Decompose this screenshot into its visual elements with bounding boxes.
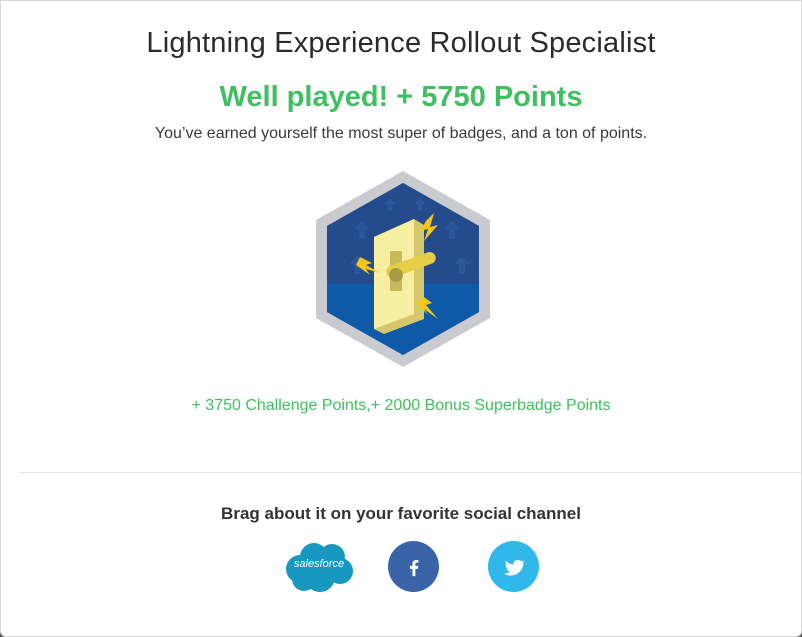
salesforce-label: salesforce [293, 558, 345, 570]
subtitle-text: You’ve earned yourself the most super of… [154, 125, 648, 142]
brag-heading: Brag about it on your favorite social ch… [221, 504, 581, 523]
section-divider [19, 472, 801, 473]
salesforce-share-button[interactable]: salesforce [284, 541, 354, 593]
badge-title: Lightning Experience Rollout Specialist [146, 27, 656, 59]
superbadge-modal: Lightning Experience Rollout Specialist … [0, 0, 802, 637]
superbadge-icon [316, 171, 490, 367]
facebook-share-button[interactable] [388, 541, 439, 592]
facebook-icon [409, 559, 418, 576]
twitter-icon [503, 559, 525, 576]
points-headline: Well played! + 5750 Points [219, 81, 583, 113]
twitter-share-button[interactable] [488, 541, 539, 592]
points-breakdown: + 3750 Challenge Points,+ 2000 Bonus Sup… [191, 397, 611, 414]
